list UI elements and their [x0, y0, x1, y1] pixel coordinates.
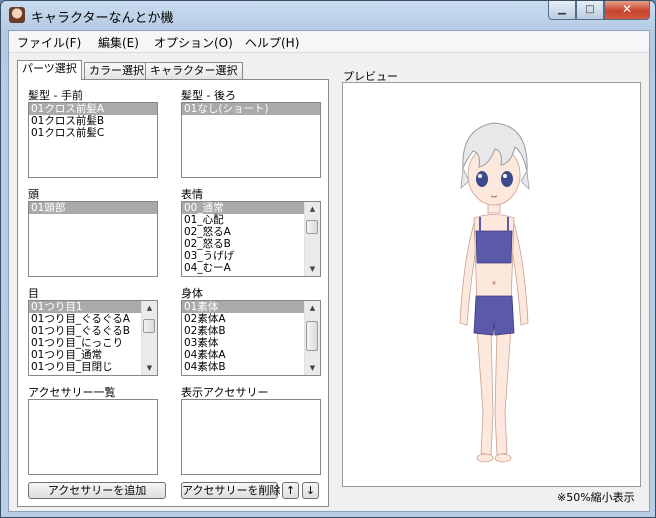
head-list[interactable]: 01頭部 — [28, 201, 158, 277]
maximize-button[interactable]: □ — [576, 1, 604, 20]
list-item[interactable]: 01つり目_通常 — [29, 349, 157, 361]
scroll-up-icon[interactable]: ▲ — [305, 202, 320, 216]
scroll-up-icon[interactable]: ▲ — [305, 301, 320, 315]
list-item[interactable]: 00_通常 — [182, 202, 304, 214]
list-item[interactable]: 02_怒るA — [182, 226, 320, 238]
app-window: キャラクターなんとか機 ▁ □ ✕ ファイル(F) 編集(E) オプション(O)… — [0, 0, 656, 518]
expression-list[interactable]: 00_通常 01_心配 02_怒るA 02_怒るB 03_うげげ 04_むーA … — [181, 201, 321, 277]
list-item[interactable]: 01つり目_にっこり — [29, 337, 157, 349]
list-item[interactable]: 01_心配 — [182, 214, 320, 226]
list-item[interactable]: 01つり目_目閉じ — [29, 361, 157, 373]
move-down-button[interactable]: ↓ — [302, 482, 319, 499]
hair-front-list[interactable]: 01クロス前髪A 01クロス前髪B 01クロス前髪C — [28, 102, 158, 178]
tab-characters[interactable]: キャラクター選択 — [145, 62, 243, 79]
caption-buttons: ▁ □ ✕ — [548, 1, 650, 20]
menu-help[interactable]: ヘルプ(H) — [245, 34, 299, 51]
close-button[interactable]: ✕ — [604, 1, 650, 20]
list-item[interactable]: 03素体 — [182, 337, 320, 349]
scroll-down-icon[interactable]: ▼ — [305, 361, 320, 375]
list-item[interactable]: 04素体A — [182, 349, 320, 361]
preview-canvas — [342, 82, 641, 487]
list-item[interactable]: 04_むーA — [182, 262, 320, 274]
minimize-button[interactable]: ▁ — [548, 1, 576, 20]
body-scrollbar[interactable]: ▲ ▼ — [304, 301, 320, 375]
maximize-icon: □ — [585, 4, 595, 15]
list-item[interactable]: 01つり目_ぐるぐるB — [29, 325, 157, 337]
menu-bar: ファイル(F) 編集(E) オプション(O) ヘルプ(H) — [9, 31, 649, 53]
body-list[interactable]: 01素体 02素体A 02素体B 03素体 04素体A 04素体B ▲ ▼ — [181, 300, 321, 376]
accessory-list-label: アクセサリー一覧 — [28, 386, 116, 399]
shown-accessory-list[interactable] — [181, 399, 321, 475]
character-preview-image — [459, 122, 530, 463]
list-item[interactable]: 01つり目1 — [29, 301, 141, 313]
title-bar[interactable]: キャラクターなんとか機 ▁ □ ✕ — [1, 1, 655, 29]
parts-panel: 髪型 - 手前 01クロス前髪A 01クロス前髪B 01クロス前髪C 髪型 - … — [17, 79, 329, 507]
list-item[interactable]: 04素体B — [182, 361, 320, 373]
scroll-thumb[interactable] — [306, 220, 318, 234]
scroll-down-icon[interactable]: ▼ — [142, 361, 157, 375]
eyes-list[interactable]: 01つり目1 01つり目_ぐるぐるA 01つり目_ぐるぐるB 01つり目_にっこ… — [28, 300, 158, 376]
list-item[interactable]: 01つり目_ぐるぐるA — [29, 313, 157, 325]
move-up-button[interactable]: ↑ — [282, 482, 299, 499]
body-label: 身体 — [181, 287, 203, 300]
hair-back-list[interactable]: 01なし(ショート) — [181, 102, 321, 178]
remove-accessory-button[interactable]: アクセサリーを削除 — [181, 482, 280, 499]
accessory-list[interactable] — [28, 399, 158, 475]
window-title: キャラクターなんとか機 — [31, 11, 174, 26]
hair-back-label: 髪型 - 後ろ — [181, 89, 236, 102]
eyes-scrollbar[interactable]: ▲ ▼ — [141, 301, 157, 375]
list-item[interactable]: 01素体 — [182, 301, 304, 313]
scale-note: ※50%縮小表示 — [557, 491, 635, 504]
tab-colors[interactable]: カラー選択 — [84, 62, 149, 79]
list-item[interactable]: 01クロス前髪C — [29, 127, 157, 139]
add-accessory-button[interactable]: アクセサリーを追加 — [28, 482, 166, 499]
list-item[interactable]: 02_怒るB — [182, 238, 320, 250]
eyes-label: 目 — [28, 287, 39, 300]
list-item[interactable]: 02素体A — [182, 313, 320, 325]
menu-options[interactable]: オプション(O) — [154, 34, 233, 51]
expression-label: 表情 — [181, 188, 203, 201]
app-icon[interactable] — [9, 7, 25, 23]
hair-front-label: 髪型 - 手前 — [28, 89, 83, 102]
list-item[interactable]: 03_うげげ — [182, 250, 320, 262]
list-item[interactable]: 01クロス前髪A — [29, 103, 157, 115]
menu-file[interactable]: ファイル(F) — [17, 34, 81, 51]
scroll-down-icon[interactable]: ▼ — [305, 262, 320, 276]
list-item[interactable]: 01頭部 — [29, 202, 157, 214]
scroll-up-icon[interactable]: ▲ — [142, 301, 157, 315]
list-item[interactable]: 01なし(ショート) — [182, 103, 320, 115]
list-item[interactable]: 01クロス前髪B — [29, 115, 157, 127]
tab-parts[interactable]: パーツ選択 — [17, 60, 82, 80]
minimize-icon: ▁ — [558, 4, 566, 15]
expression-scrollbar[interactable]: ▲ ▼ — [304, 202, 320, 276]
scroll-thumb[interactable] — [143, 319, 155, 333]
scroll-thumb[interactable] — [306, 321, 318, 351]
client-area: ファイル(F) 編集(E) オプション(O) ヘルプ(H) パーツ選択 カラー選… — [8, 30, 650, 512]
list-item[interactable]: 02素体B — [182, 325, 320, 337]
shown-accessory-label: 表示アクセサリー — [181, 386, 269, 399]
close-icon: ✕ — [621, 2, 633, 16]
menu-edit[interactable]: 編集(E) — [98, 34, 139, 51]
head-label: 頭 — [28, 188, 39, 201]
